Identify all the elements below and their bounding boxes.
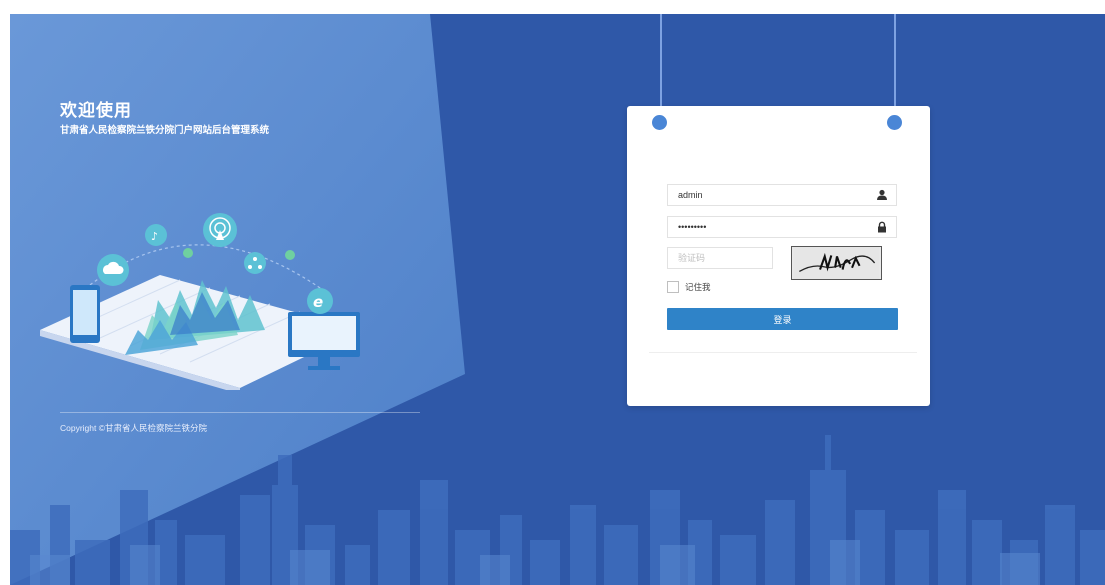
remember-me-checkbox[interactable] — [667, 281, 679, 293]
city-skyline — [10, 435, 1105, 585]
captcha-input[interactable] — [668, 248, 774, 268]
svg-text:e: e — [313, 293, 323, 311]
captcha-image[interactable] — [791, 246, 882, 280]
monitor-icon — [288, 312, 360, 370]
pin-left — [652, 115, 667, 130]
login-page: 欢迎使用 甘肃省人民检察院兰铁分院门户网站后台管理系统 ♪ e Copyrigh… — [10, 14, 1105, 585]
captcha-field[interactable] — [667, 247, 774, 269]
ie-icon: e — [307, 288, 333, 314]
lock-icon — [878, 221, 886, 233]
username-input[interactable] — [668, 185, 868, 205]
card-separator — [649, 352, 917, 353]
svg-text:♪: ♪ — [151, 230, 158, 243]
network-icon — [244, 252, 266, 274]
copyright-text: Copyright ©甘肃省人民检察院兰铁分院 — [60, 423, 208, 433]
footer-divider — [60, 412, 420, 413]
password-input[interactable] — [668, 217, 868, 237]
pin-right — [887, 115, 902, 130]
music-icon: ♪ — [145, 224, 167, 246]
login-card: 记住我 登录 — [627, 106, 930, 406]
cloud-icon — [97, 254, 129, 286]
remember-me-label[interactable]: 记住我 — [685, 281, 711, 293]
data-illustration: ♪ e — [40, 213, 360, 390]
system-subtitle: 甘肃省人民检察院兰铁分院门户网站后台管理系统 — [60, 125, 270, 136]
user-icon — [877, 189, 887, 200]
broadcast-icon — [203, 213, 237, 247]
login-button[interactable]: 登录 — [667, 308, 898, 330]
welcome-title: 欢迎使用 — [60, 101, 132, 120]
remember-me-row[interactable]: 记住我 — [667, 280, 711, 294]
phone-icon — [70, 285, 100, 343]
username-field[interactable] — [667, 184, 897, 206]
password-field[interactable] — [667, 216, 897, 238]
